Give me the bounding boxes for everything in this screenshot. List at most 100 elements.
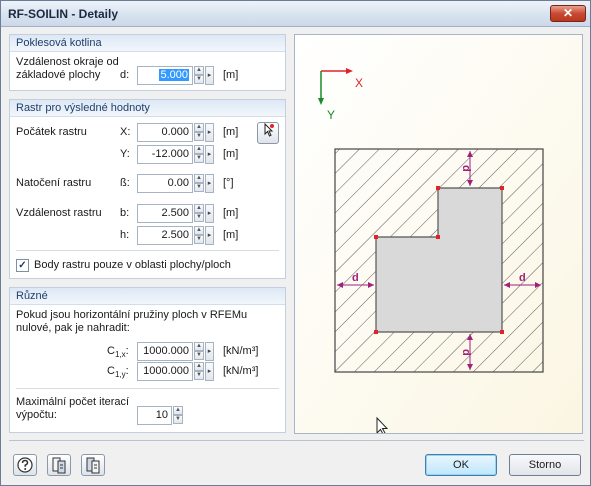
c1y-label: C1,y: [107, 365, 129, 379]
d-input[interactable]: 5.000 [137, 66, 193, 85]
c1x-input[interactable]: 1000.000 [137, 342, 193, 361]
help-button[interactable] [13, 454, 37, 476]
dim-label-bottom: d [460, 349, 472, 356]
group-header: Rastr pro výsledné hodnoty [10, 100, 285, 117]
iterations-spinner: 10 ▲ ▼ [137, 406, 183, 425]
h-spin-buttons[interactable]: ▲ ▼ [194, 226, 204, 245]
c1y-subscript: 1,y [114, 370, 126, 380]
grid-points-checkbox[interactable]: ✓ [16, 259, 29, 272]
y-variable-label: Y: [120, 148, 130, 160]
h-variable-label: h: [120, 229, 130, 241]
c1x-spinner: 1000.000 ▲ ▼ ▸ [137, 342, 217, 361]
b-arrow-button[interactable]: ▸ [205, 204, 214, 223]
dim-label-left: d [352, 272, 359, 284]
springs-text-line1: Pokud jsou horizontální pružiny ploch v … [16, 309, 248, 321]
axis-y-label: Y [327, 108, 335, 122]
dim-label-top: d [460, 165, 472, 172]
cursor-pick-icon [264, 122, 274, 137]
group-miscellaneous: Různé Pokud jsou horizontální pružiny pl… [9, 287, 286, 433]
y-unit: [m] [223, 148, 239, 160]
window-title: RF-SOILIN - Detaily [8, 7, 119, 21]
d-spinner: 5.000 ▲ ▼ ▸ [137, 66, 217, 85]
iterations-spin-buttons[interactable]: ▲ ▼ [173, 406, 183, 425]
x-spin-buttons[interactable]: ▲ ▼ [194, 123, 204, 142]
group-result-grid: Rastr pro výsledné hodnoty Počátek rastr… [9, 99, 286, 279]
c1y-unit: [kN/m³] [223, 365, 259, 377]
group-header: Poklesová kotlina [10, 35, 285, 52]
y-input[interactable]: -12.000 [137, 145, 193, 164]
cancel-button[interactable]: Storno [509, 454, 581, 476]
grid-rotation-label: Natočení rastru [16, 177, 92, 189]
grid-origin-label: Počátek rastru [16, 126, 87, 138]
grid-points-checkbox-label[interactable]: Body rastru pouze v oblasti plochy/ploch [34, 259, 231, 271]
dialog-window: RF-SOILIN - Detaily ✕ Poklesová kotlina … [0, 0, 591, 486]
springs-text-line2: nulové, pak je nahradit: [16, 322, 130, 334]
rotation-unit: [°] [223, 177, 234, 189]
rotation-spin-buttons[interactable]: ▲ ▼ [194, 174, 204, 193]
b-unit: [m] [223, 207, 239, 219]
c1x-label: C1,x: [107, 345, 129, 359]
title-bar[interactable]: RF-SOILIN - Detaily ✕ [1, 1, 590, 27]
x-unit: [m] [223, 126, 239, 138]
dim-label-right: d [519, 272, 526, 284]
iterations-input[interactable]: 10 [137, 406, 172, 425]
h-unit: [m] [223, 229, 239, 241]
c1y-arrow-button[interactable]: ▸ [205, 362, 214, 381]
bottom-divider [9, 440, 584, 441]
edge-distance-label-line1: Vzdálenost okraje od [16, 56, 119, 68]
rotation-input[interactable]: 0.00 [137, 174, 193, 193]
d-unit: [m] [223, 69, 239, 81]
c1x-spin-buttons[interactable]: ▲ ▼ [194, 342, 204, 361]
c1y-spin-buttons[interactable]: ▲ ▼ [194, 362, 204, 381]
h-spinner: 2.500 ▲ ▼ ▸ [137, 226, 217, 245]
x-arrow-button[interactable]: ▸ [205, 123, 214, 142]
divider [16, 388, 279, 389]
help-icon [17, 457, 33, 473]
max-iterations-label-line2: výpočtu: [16, 409, 57, 421]
y-spin-buttons[interactable]: ▲ ▼ [194, 145, 204, 164]
group-subsidence-basin: Poklesová kotlina Vzdálenost okraje od z… [9, 34, 286, 91]
c1x-subscript: 1,x [114, 350, 126, 360]
x-spinner: 0.000 ▲ ▼ ▸ [137, 123, 217, 142]
c1x-arrow-button[interactable]: ▸ [205, 342, 214, 361]
d-spin-buttons[interactable]: ▲ ▼ [194, 66, 204, 85]
soil-diagram: X Y d d d d [295, 35, 582, 436]
c1y-colon: : [125, 365, 129, 377]
c1y-spinner: 1000.000 ▲ ▼ ▸ [137, 362, 217, 381]
ok-button[interactable]: OK [425, 454, 497, 476]
x-variable-label: X: [120, 126, 131, 138]
d-variable-label: d: [120, 69, 130, 81]
preview-panel: X Y d d d d [294, 34, 583, 436]
edge-distance-label-line2: základové plochy [16, 69, 101, 81]
b-spin-buttons[interactable]: ▲ ▼ [194, 204, 204, 223]
h-arrow-button[interactable]: ▸ [205, 226, 214, 245]
divider [16, 250, 279, 251]
close-button[interactable]: ✕ [550, 5, 586, 22]
rotation-spinner: 0.00 ▲ ▼ ▸ [137, 174, 217, 193]
d-value: 5.000 [159, 69, 189, 81]
axis-x-label: X [355, 76, 363, 90]
pick-origin-button[interactable] [257, 122, 279, 144]
y-arrow-button[interactable]: ▸ [205, 145, 214, 164]
y-spinner: -12.000 ▲ ▼ ▸ [137, 145, 217, 164]
d-arrow-button[interactable]: ▸ [205, 66, 214, 85]
h-input[interactable]: 2.500 [137, 226, 193, 245]
c1x-colon: : [125, 345, 129, 357]
rotation-arrow-button[interactable]: ▸ [205, 174, 214, 193]
c1y-base: C [107, 365, 115, 377]
export-icon [86, 457, 100, 474]
grid-spacing-label: Vzdálenost rastru [16, 207, 102, 219]
b-variable-label: b: [120, 207, 130, 219]
c1x-unit: [kN/m³] [223, 345, 259, 357]
beta-variable-label: ß: [120, 177, 130, 189]
c1y-input[interactable]: 1000.000 [137, 362, 193, 381]
group-header: Různé [10, 288, 285, 305]
max-iterations-label-line1: Maximální počet iterací [16, 396, 130, 408]
b-input[interactable]: 2.500 [137, 204, 193, 223]
import-button[interactable] [47, 454, 71, 476]
export-button[interactable] [81, 454, 105, 476]
import-icon [52, 457, 66, 474]
c1x-base: C [107, 345, 115, 357]
b-spinner: 2.500 ▲ ▼ ▸ [137, 204, 217, 223]
x-input[interactable]: 0.000 [137, 123, 193, 142]
